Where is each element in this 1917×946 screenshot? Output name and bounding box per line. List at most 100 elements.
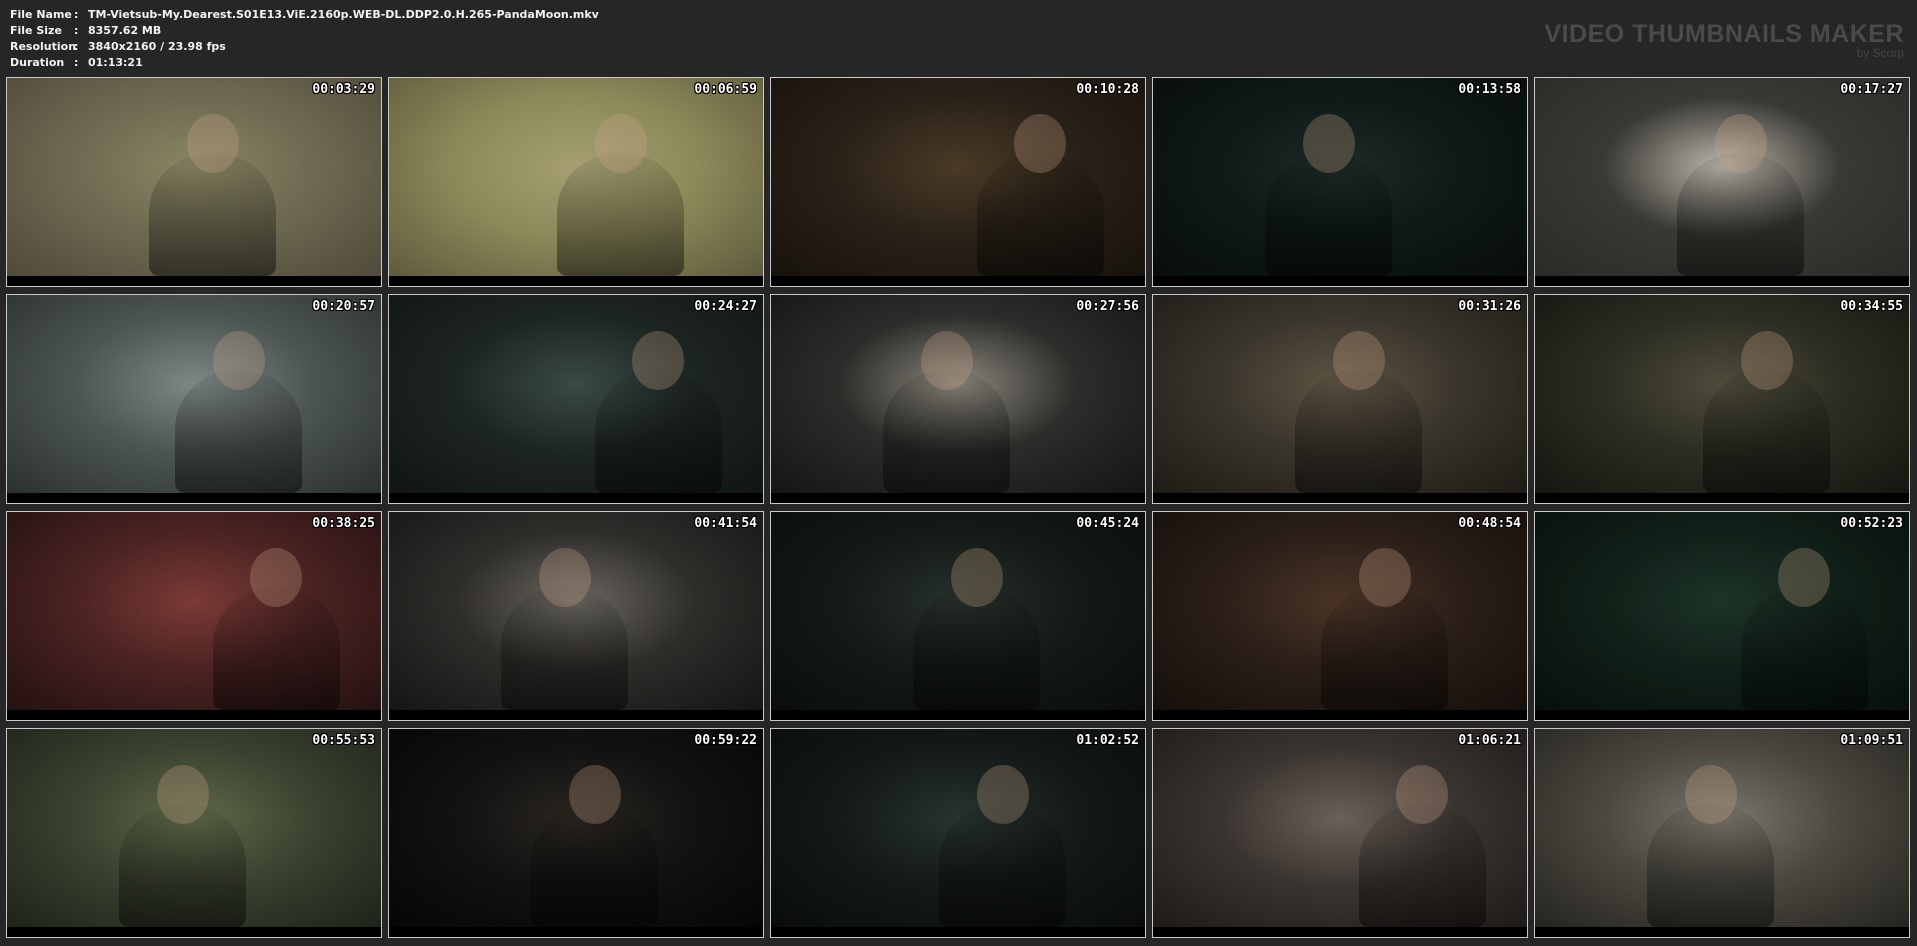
- figure-silhouette: [939, 804, 1067, 927]
- thumbnail-night-house[interactable]: 00:45:24: [770, 511, 1146, 721]
- file-name-label: File Name: [10, 8, 72, 21]
- letterbox-bar: [1153, 927, 1527, 937]
- timestamp-label: 00:48:54: [1458, 516, 1521, 531]
- letterbox-bar: [7, 710, 381, 720]
- thumbnail-wide-hat-blue[interactable]: 01:06:21: [1152, 728, 1528, 938]
- thumbnail-man-profile-dark[interactable]: 00:13:58: [1152, 77, 1528, 287]
- brand-title: VIDEO THUMBNAILS MAKER: [1544, 20, 1904, 48]
- head-silhouette: [1684, 764, 1737, 825]
- letterbox-bar: [7, 493, 381, 503]
- separator: :: [74, 8, 79, 21]
- video-frame: [1535, 729, 1909, 927]
- figure-silhouette: [119, 804, 247, 927]
- thumbnail-scholar-close[interactable]: 00:24:27: [388, 294, 764, 504]
- figure-silhouette: [1321, 587, 1449, 710]
- letterbox-bar: [1535, 276, 1909, 286]
- info-header: File Name : TM-Vietsub-My.Dearest.S01E13…: [0, 0, 1917, 76]
- figure-silhouette: [175, 370, 303, 493]
- file-size-label: File Size: [10, 24, 62, 37]
- head-silhouette: [1014, 113, 1067, 174]
- head-silhouette: [250, 547, 303, 608]
- head-silhouette: [1396, 764, 1449, 825]
- head-silhouette: [976, 764, 1030, 825]
- thumbnail-woman-window[interactable]: 00:17:27: [1534, 77, 1910, 287]
- head-silhouette: [186, 113, 239, 174]
- letterbox-bar: [1535, 927, 1909, 937]
- separator: :: [74, 56, 79, 69]
- letterbox-bar: [771, 493, 1145, 503]
- video-frame: [771, 78, 1145, 276]
- video-frame: [1153, 295, 1527, 493]
- file-name-value: TM-Vietsub-My.Dearest.S01E13.ViE.2160p.W…: [88, 8, 599, 21]
- file-name-row: File Name : TM-Vietsub-My.Dearest.S01E13…: [10, 7, 599, 23]
- video-frame: [1535, 512, 1909, 710]
- file-size-value: 8357.62 MB: [88, 24, 162, 37]
- timestamp-label: 01:09:51: [1840, 733, 1903, 748]
- video-frame: [1153, 78, 1527, 276]
- timestamp-label: 00:31:26: [1458, 299, 1521, 314]
- resolution-value: 3840x2160 / 23.98 fps: [88, 40, 226, 53]
- head-silhouette: [1778, 547, 1831, 608]
- timestamp-label: 00:52:23: [1840, 516, 1903, 531]
- video-frame: [389, 729, 763, 927]
- head-silhouette: [1358, 547, 1412, 608]
- timestamp-label: 00:03:29: [312, 82, 375, 97]
- thumbnail-old-man-reeds[interactable]: 00:06:59: [388, 77, 764, 287]
- thumbnail-scholar-hat-blue[interactable]: 00:20:57: [6, 294, 382, 504]
- file-size-row: File Size : 8357.62 MB: [10, 23, 599, 39]
- duration-value: 01:13:21: [88, 56, 143, 69]
- timestamp-label: 00:17:27: [1840, 82, 1903, 97]
- video-frame: [7, 512, 381, 710]
- letterbox-bar: [1153, 493, 1527, 503]
- thumbnail-dark-room[interactable]: 00:10:28: [770, 77, 1146, 287]
- thumbnail-courtyard-gate[interactable]: 00:41:54: [388, 511, 764, 721]
- thumbnail-man-mustache[interactable]: 00:48:54: [1152, 511, 1528, 721]
- letterbox-bar: [389, 493, 763, 503]
- thumbnail-woman-earrings[interactable]: 00:31:26: [1152, 294, 1528, 504]
- video-frame: [7, 295, 381, 493]
- timestamp-label: 00:06:59: [694, 82, 757, 97]
- timestamp-label: 00:45:24: [1076, 516, 1139, 531]
- video-frame: [389, 78, 763, 276]
- head-silhouette: [1332, 330, 1385, 391]
- watermark-logo: VIDEO THUMBNAILS MAKER by Scorp: [1544, 21, 1904, 59]
- video-frame: [389, 512, 763, 710]
- video-frame: [1153, 729, 1527, 927]
- figure-silhouette: [501, 587, 629, 710]
- timestamp-label: 00:13:58: [1458, 82, 1521, 97]
- separator: :: [74, 40, 79, 53]
- video-frame: [771, 295, 1145, 493]
- letterbox-bar: [389, 710, 763, 720]
- timestamp-label: 00:41:54: [694, 516, 757, 531]
- figure-silhouette: [913, 587, 1041, 710]
- thumbnail-field-figures[interactable]: 00:03:29: [6, 77, 382, 287]
- thumbnail-scholar-red-bg[interactable]: 00:38:25: [6, 511, 382, 721]
- head-silhouette: [1302, 113, 1355, 174]
- letterbox-bar: [1153, 276, 1527, 286]
- thumbnail-man-purple[interactable]: 00:55:53: [6, 728, 382, 938]
- letterbox-bar: [7, 276, 381, 286]
- video-frame: [389, 295, 763, 493]
- head-silhouette: [1740, 330, 1794, 391]
- video-frame: [1535, 295, 1909, 493]
- thumbnail-scholar-night[interactable]: 01:02:52: [770, 728, 1146, 938]
- timestamp-label: 00:27:56: [1076, 299, 1139, 314]
- thumbnail-woman-dark-room[interactable]: 00:59:22: [388, 728, 764, 938]
- head-silhouette: [1714, 113, 1767, 174]
- figure-silhouette: [1677, 153, 1805, 276]
- thumbnail-black-hat-lattice[interactable]: 00:27:56: [770, 294, 1146, 504]
- thumbnail-grid: 00:03:29 00:06:59 00:10:28 00:13:58 00:17:27…: [6, 77, 1912, 941]
- timestamp-label: 00:34:55: [1840, 299, 1903, 314]
- thumbnail-woman-earrings-2[interactable]: 00:34:55: [1534, 294, 1910, 504]
- thumbnail-crowd-market[interactable]: 01:09:51: [1534, 728, 1910, 938]
- head-silhouette: [156, 764, 209, 825]
- video-frame: [771, 512, 1145, 710]
- thumbnail-woman-dark-green[interactable]: 00:52:23: [1534, 511, 1910, 721]
- brand-subtitle: by Scorp: [1856, 46, 1904, 60]
- letterbox-bar: [771, 276, 1145, 286]
- head-silhouette: [920, 330, 973, 391]
- figure-silhouette: [1740, 587, 1868, 710]
- video-frame: [1153, 512, 1527, 710]
- figure-silhouette: [557, 153, 685, 276]
- video-frame: [7, 78, 381, 276]
